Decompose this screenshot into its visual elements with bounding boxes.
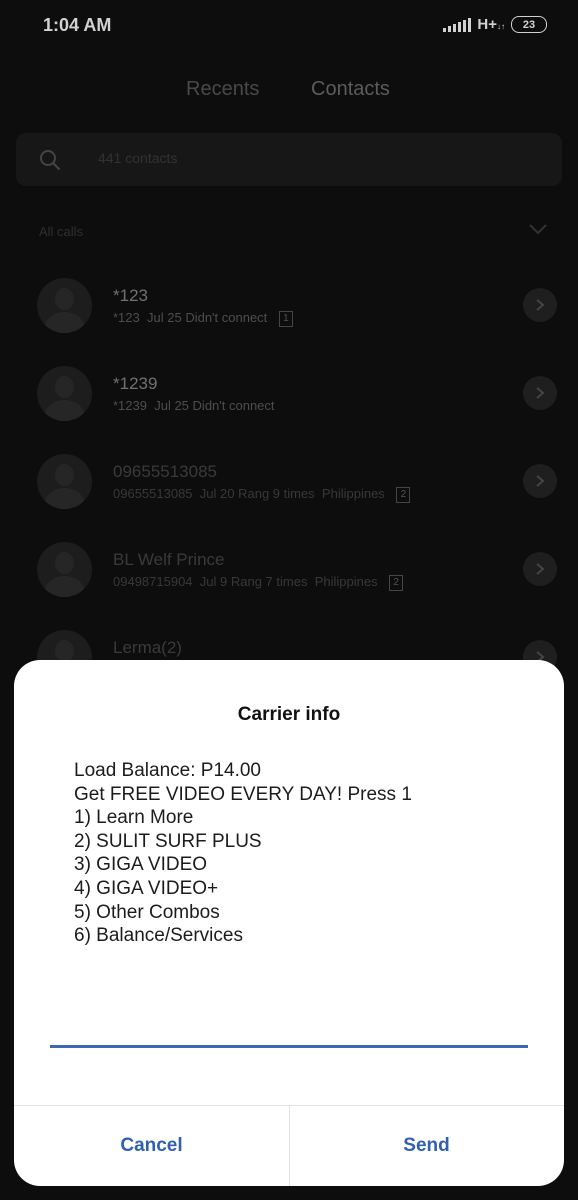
message-line: Get FREE VIDEO EVERY DAY! Press 1: [74, 783, 412, 805]
message-line: 1) Learn More: [74, 807, 194, 829]
message-line: 6) Balance/Services: [74, 925, 243, 947]
ussd-reply-input[interactable]: [50, 1018, 528, 1048]
message-line: 5) Other Combos: [74, 901, 220, 923]
dialog-message: Load Balance: P14.00 Get FREE VIDEO EVER…: [74, 759, 514, 948]
message-line: 4) GIGA VIDEO+: [74, 877, 219, 899]
phone-screen: 1:04 AM H+↓↑ 23 Recents Contacts 441 con…: [0, 0, 578, 1200]
cancel-button[interactable]: Cancel: [14, 1106, 289, 1186]
dialog-title: Carrier info: [237, 704, 341, 725]
carrier-info-dialog: Carrier info Load Balance: P14.00 Get FR…: [14, 660, 564, 1186]
send-button[interactable]: Send: [289, 1106, 564, 1186]
message-line: 3) GIGA VIDEO: [74, 854, 208, 876]
message-line: Load Balance: P14.00: [74, 760, 261, 781]
message-line: 2) SULIT SURF PLUS: [74, 830, 262, 852]
